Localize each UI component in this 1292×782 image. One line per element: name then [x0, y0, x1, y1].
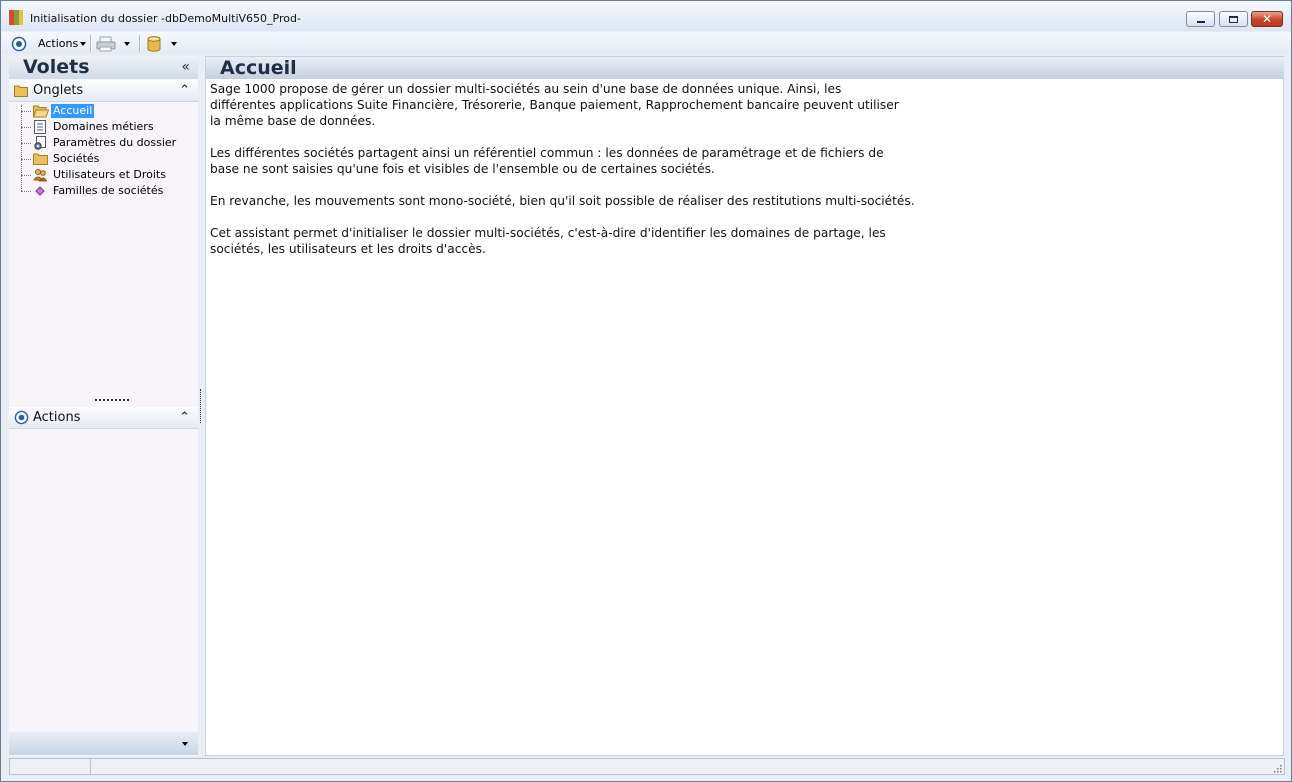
close-button[interactable]: ✕ [1251, 11, 1283, 27]
tree-item-label: Accueil [51, 104, 95, 118]
text-line: Les différentes sociétés partagent ainsi… [210, 146, 884, 160]
text-line: la même base de données. [210, 114, 376, 128]
tree-item-parametres-dossier[interactable]: Paramètres du dossier [21, 135, 178, 151]
tree-item-label: Domaines métiers [53, 120, 154, 133]
chevron-down-icon [124, 41, 130, 46]
actions-menu-label: Actions [38, 37, 79, 50]
window-title: Initialisation du dossier -dbDemoMultiV6… [30, 12, 301, 25]
restore-button[interactable] [1219, 11, 1248, 27]
collapse-panel-icon[interactable]: « [181, 59, 190, 75]
tree-connector-line [21, 105, 22, 191]
minimize-button[interactable] [1186, 11, 1215, 27]
tree-item-utilisateurs-droits[interactable]: Utilisateurs et Droits [21, 167, 168, 183]
paragraph: Les différentes sociétés partagent ainsi… [210, 145, 990, 177]
folder-icon [14, 84, 28, 100]
radio-target-icon [14, 410, 29, 428]
text-line: base ne sont saisies qu'une fois et visi… [210, 162, 715, 176]
main-content-panel: Accueil Sage 1000 propose de gérer un do… [205, 56, 1284, 756]
chevron-down-icon [171, 41, 177, 46]
tree-item-label: Utilisateurs et Droits [53, 168, 166, 181]
panel-splitter[interactable] [200, 389, 201, 423]
panel-bottom-bar [9, 732, 198, 755]
print-button[interactable] [96, 35, 130, 52]
collapse-up-icon[interactable]: ⌃ [179, 408, 190, 428]
diamond-icon [33, 184, 47, 198]
tree-item-accueil[interactable]: Accueil [21, 103, 95, 119]
text-line: Sage 1000 propose de gérer un dossier mu… [210, 82, 842, 96]
open-folder-icon [32, 104, 50, 118]
text-line: sociétés, les utilisateurs et les droits… [210, 242, 486, 256]
database-icon [147, 35, 161, 52]
collapse-up-icon[interactable]: ⌃ [179, 81, 190, 101]
users-icon [33, 168, 48, 182]
actions-group-label: Actions [33, 410, 81, 425]
app-icon [9, 10, 23, 25]
paragraph: En revanche, les mouvements sont mono-so… [210, 193, 990, 209]
actions-menu-button[interactable]: Actions [38, 35, 87, 52]
settings-document-icon [33, 136, 47, 150]
close-icon: ✕ [1261, 12, 1273, 26]
chevron-down-icon[interactable] [182, 742, 188, 746]
onglets-label: Onglets [33, 83, 84, 98]
database-button[interactable] [146, 35, 177, 52]
tree-item-societes[interactable]: Sociétés [21, 151, 101, 167]
paragraph: Cet assistant permet d'initialiser le do… [210, 225, 990, 257]
tree-item-familles-societes[interactable]: Familles de sociétés [21, 183, 165, 199]
main-header: Accueil [206, 57, 1284, 79]
toolbar: Actions [2, 32, 1291, 54]
description-text: Sage 1000 propose de gérer un dossier mu… [210, 81, 990, 273]
text-line: En revanche, les mouvements sont mono-so… [210, 194, 915, 208]
paragraph: Sage 1000 propose de gérer un dossier mu… [210, 81, 990, 129]
printer-icon [96, 36, 116, 51]
panel-resize-grip[interactable] [95, 399, 129, 403]
tree-item-label: Familles de sociétés [53, 184, 164, 197]
document-list-icon [33, 120, 47, 134]
toolbar-separator [90, 35, 92, 52]
resize-grip-icon[interactable] [1272, 763, 1282, 773]
tree-item-domaines-metiers[interactable]: Domaines métiers [21, 119, 156, 135]
volets-title: Volets [23, 56, 90, 78]
chevron-down-icon [80, 41, 87, 46]
minimize-icon [1196, 20, 1205, 23]
folder-icon [33, 152, 48, 166]
volets-header: Volets « [9, 56, 198, 79]
side-panel: Volets « Onglets ⌃ Accueil Domaines méti… [9, 56, 198, 756]
text-line: Cet assistant permet d'initialiser le do… [210, 226, 886, 240]
tree-item-label: Sociétés [53, 152, 100, 165]
onglets-group-header[interactable]: Onglets ⌃ [9, 80, 198, 102]
radio-target-icon[interactable] [11, 35, 27, 52]
restore-icon [1229, 15, 1238, 23]
page-title: Accueil [220, 57, 297, 79]
actions-group-header[interactable]: Actions ⌃ [9, 407, 198, 429]
toolbar-separator [139, 35, 141, 52]
status-bar [9, 758, 1285, 775]
application-window: Initialisation du dossier -dbDemoMultiV6… [0, 0, 1292, 782]
status-cell [10, 759, 91, 774]
tree-item-label: Paramètres du dossier [53, 136, 177, 149]
title-bar[interactable]: Initialisation du dossier -dbDemoMultiV6… [1, 1, 1291, 31]
text-line: différentes applications Suite Financièr… [210, 98, 899, 112]
